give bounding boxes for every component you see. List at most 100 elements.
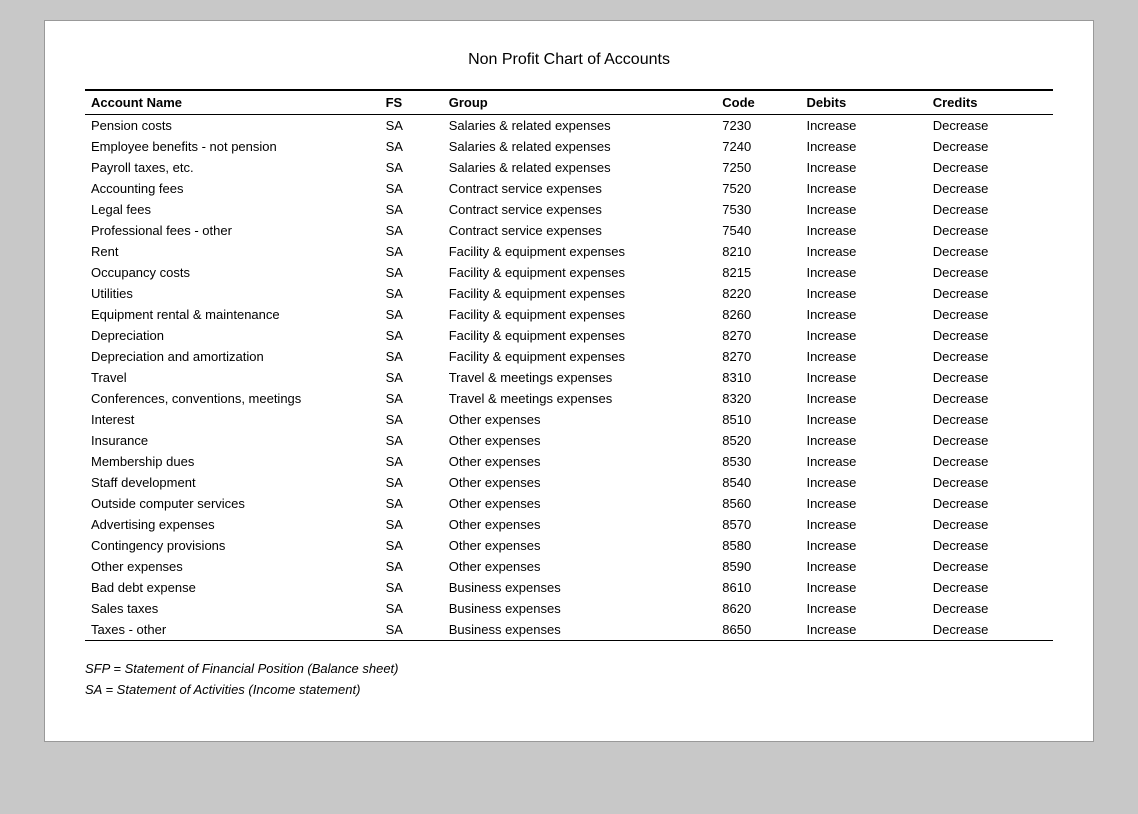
cell-code: 8530 [716,451,800,472]
cell-account: Legal fees [85,199,380,220]
cell-code: 7250 [716,157,800,178]
cell-fs: SA [380,598,443,619]
cell-account: Advertising expenses [85,514,380,535]
cell-fs: SA [380,178,443,199]
table-row: Depreciation SA Facility & equipment exp… [85,325,1053,346]
cell-debits: Increase [800,472,926,493]
cell-credits: Decrease [927,178,1053,199]
footer-notes: SFP = Statement of Financial Position (B… [85,659,1053,701]
table-row: Payroll taxes, etc. SA Salaries & relate… [85,157,1053,178]
cell-debits: Increase [800,430,926,451]
cell-account: Equipment rental & maintenance [85,304,380,325]
cell-code: 7230 [716,115,800,137]
table-row: Occupancy costs SA Facility & equipment … [85,262,1053,283]
cell-debits: Increase [800,598,926,619]
cell-debits: Increase [800,535,926,556]
cell-group: Other expenses [443,430,717,451]
cell-fs: SA [380,304,443,325]
table-row: Equipment rental & maintenance SA Facili… [85,304,1053,325]
accounts-table: Account Name FS Group Code Debits Credit… [85,89,1053,641]
cell-credits: Decrease [927,430,1053,451]
cell-debits: Increase [800,388,926,409]
cell-code: 7520 [716,178,800,199]
cell-code: 8215 [716,262,800,283]
table-row: Staff development SA Other expenses 8540… [85,472,1053,493]
table-row: Conferences, conventions, meetings SA Tr… [85,388,1053,409]
cell-code: 8210 [716,241,800,262]
page-container: Non Profit Chart of Accounts Account Nam… [44,20,1094,742]
table-row: Travel SA Travel & meetings expenses 831… [85,367,1053,388]
cell-debits: Increase [800,619,926,641]
cell-group: Contract service expenses [443,199,717,220]
cell-credits: Decrease [927,283,1053,304]
col-header-code: Code [716,90,800,115]
cell-group: Facility & equipment expenses [443,346,717,367]
cell-account: Insurance [85,430,380,451]
cell-credits: Decrease [927,598,1053,619]
table-row: Membership dues SA Other expenses 8530 I… [85,451,1053,472]
cell-credits: Decrease [927,115,1053,137]
cell-fs: SA [380,430,443,451]
cell-code: 8570 [716,514,800,535]
cell-account: Rent [85,241,380,262]
table-row: Taxes - other SA Business expenses 8650 … [85,619,1053,641]
cell-account: Taxes - other [85,619,380,641]
cell-debits: Increase [800,157,926,178]
table-row: Contingency provisions SA Other expenses… [85,535,1053,556]
cell-credits: Decrease [927,451,1053,472]
table-row: Professional fees - other SA Contract se… [85,220,1053,241]
cell-fs: SA [380,535,443,556]
cell-credits: Decrease [927,556,1053,577]
col-header-account: Account Name [85,90,380,115]
cell-code: 8520 [716,430,800,451]
table-row: Rent SA Facility & equipment expenses 82… [85,241,1053,262]
cell-group: Facility & equipment expenses [443,283,717,304]
cell-debits: Increase [800,115,926,137]
cell-fs: SA [380,367,443,388]
cell-fs: SA [380,115,443,137]
cell-group: Facility & equipment expenses [443,304,717,325]
cell-debits: Increase [800,262,926,283]
table-row: Other expenses SA Other expenses 8590 In… [85,556,1053,577]
cell-code: 7530 [716,199,800,220]
table-row: Employee benefits - not pension SA Salar… [85,136,1053,157]
cell-debits: Increase [800,409,926,430]
cell-group: Facility & equipment expenses [443,325,717,346]
cell-fs: SA [380,493,443,514]
table-header-row: Account Name FS Group Code Debits Credit… [85,90,1053,115]
cell-account: Interest [85,409,380,430]
cell-group: Business expenses [443,598,717,619]
cell-debits: Increase [800,220,926,241]
cell-fs: SA [380,619,443,641]
cell-group: Business expenses [443,577,717,598]
cell-account: Conferences, conventions, meetings [85,388,380,409]
cell-debits: Increase [800,241,926,262]
cell-credits: Decrease [927,304,1053,325]
cell-fs: SA [380,262,443,283]
cell-credits: Decrease [927,493,1053,514]
cell-debits: Increase [800,367,926,388]
cell-fs: SA [380,514,443,535]
cell-account: Professional fees - other [85,220,380,241]
cell-account: Accounting fees [85,178,380,199]
cell-fs: SA [380,346,443,367]
cell-credits: Decrease [927,472,1053,493]
cell-code: 8270 [716,346,800,367]
cell-credits: Decrease [927,220,1053,241]
footer-line1: SFP = Statement of Financial Position (B… [85,659,1053,680]
table-row: Utilities SA Facility & equipment expens… [85,283,1053,304]
cell-group: Contract service expenses [443,178,717,199]
cell-group: Travel & meetings expenses [443,388,717,409]
table-row: Advertising expenses SA Other expenses 8… [85,514,1053,535]
cell-debits: Increase [800,136,926,157]
cell-debits: Increase [800,577,926,598]
cell-group: Other expenses [443,556,717,577]
cell-code: 8260 [716,304,800,325]
cell-code: 8610 [716,577,800,598]
cell-debits: Increase [800,493,926,514]
cell-code: 8270 [716,325,800,346]
cell-debits: Increase [800,199,926,220]
cell-group: Salaries & related expenses [443,157,717,178]
col-header-credits: Credits [927,90,1053,115]
footer-line2: SA = Statement of Activities (Income sta… [85,680,1053,701]
